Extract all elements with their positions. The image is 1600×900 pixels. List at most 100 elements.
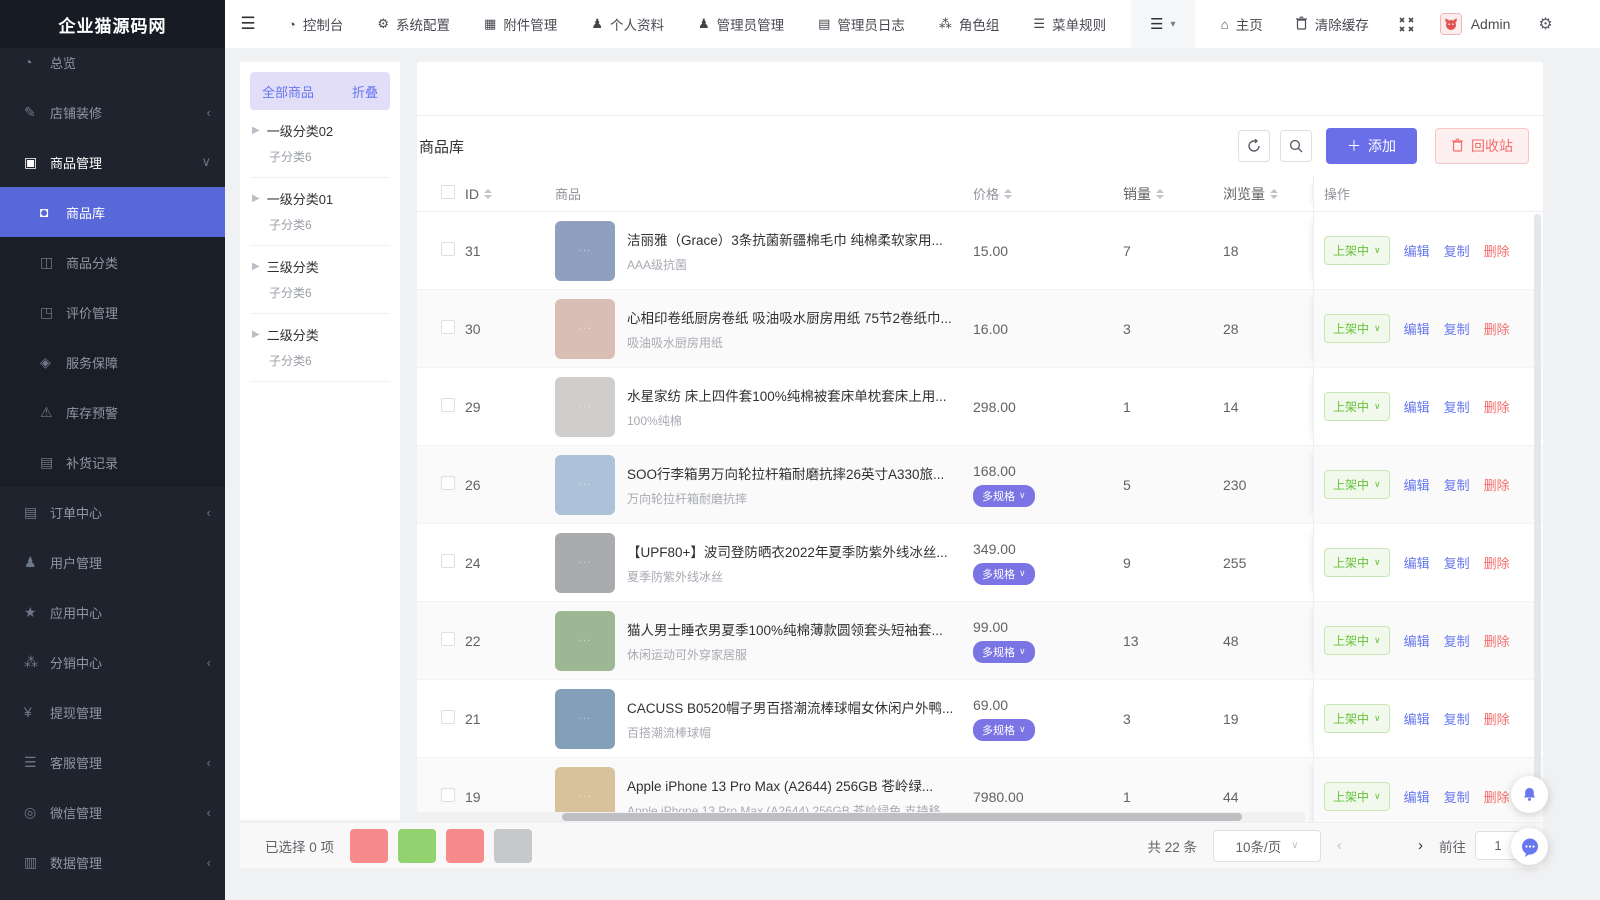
column-id[interactable]: ID: [465, 186, 492, 202]
edit-link[interactable]: 编辑: [1404, 631, 1430, 650]
nav-more-dropdown[interactable]: ☰ ▾: [1131, 0, 1194, 48]
copy-link[interactable]: 复制: [1444, 709, 1470, 728]
sidebar-item[interactable]: ⚠ 库存预警: [0, 387, 225, 437]
sort-icon[interactable]: [1004, 189, 1012, 199]
sidebar-item[interactable]: ▥ 数据管理 ‹: [0, 837, 225, 887]
multi-spec-badge[interactable]: 多规格∨: [973, 485, 1035, 507]
edit-link[interactable]: 编辑: [1404, 787, 1430, 806]
copy-link[interactable]: 复制: [1444, 319, 1470, 338]
sort-icon[interactable]: [1156, 189, 1164, 199]
sidebar-item[interactable]: ⁂ 分销中心 ‹: [0, 637, 225, 687]
batch-action-button[interactable]: [350, 829, 388, 863]
status-badge[interactable]: 上架中∨: [1324, 548, 1390, 577]
sidebar-item[interactable]: ◈ 服务保障: [0, 337, 225, 387]
sidebar-item[interactable]: ☰ 客服管理 ‹: [0, 737, 225, 787]
select-all-checkbox[interactable]: [441, 185, 455, 199]
status-badge[interactable]: 上架中∨: [1324, 626, 1390, 655]
sidebar-item[interactable]: ◳ 评价管理: [0, 287, 225, 337]
nav-menu-item[interactable]: ◔ 控制台: [271, 0, 360, 48]
status-badge[interactable]: 上架中∨: [1324, 782, 1390, 811]
delete-link[interactable]: 删除: [1484, 241, 1510, 260]
sidebar-item[interactable]: ▤ 补货记录: [0, 437, 225, 487]
column-views[interactable]: 浏览量: [1223, 184, 1278, 204]
multi-spec-badge[interactable]: 多规格∨: [973, 563, 1035, 585]
category-item[interactable]: ▶ 三级分类 子分类6: [250, 246, 390, 314]
row-checkbox[interactable]: [441, 554, 455, 568]
row-checkbox[interactable]: [441, 710, 455, 724]
vertical-scrollbar-thumb[interactable]: [1534, 214, 1541, 804]
search-button[interactable]: [1280, 130, 1312, 162]
all-products-label[interactable]: 全部商品: [262, 82, 314, 101]
clear-cache-button[interactable]: 清除缓存: [1279, 0, 1385, 48]
sidebar-item[interactable]: ◘ 商品库: [0, 187, 225, 237]
status-badge[interactable]: 上架中∨: [1324, 704, 1390, 733]
nav-menu-item[interactable]: ⚙ 系统配置: [360, 0, 467, 48]
copy-link[interactable]: 复制: [1444, 553, 1470, 572]
hamburger-icon[interactable]: ☰: [225, 0, 271, 48]
row-checkbox[interactable]: [441, 242, 455, 256]
edit-link[interactable]: 编辑: [1404, 241, 1430, 260]
sidebar-item[interactable]: ◫ 商品分类: [0, 237, 225, 287]
edit-link[interactable]: 编辑: [1404, 319, 1430, 338]
row-checkbox[interactable]: [441, 788, 455, 802]
collapse-button[interactable]: 折叠: [352, 82, 378, 101]
delete-link[interactable]: 删除: [1484, 709, 1510, 728]
status-badge[interactable]: 上架中∨: [1324, 236, 1390, 265]
chat-button[interactable]: [1511, 828, 1548, 865]
admin-username[interactable]: Admin: [1471, 16, 1511, 32]
recycle-bin-button[interactable]: 回收站: [1435, 128, 1529, 164]
sidebar-item[interactable]: ♟ 用户管理: [0, 537, 225, 587]
edit-link[interactable]: 编辑: [1404, 709, 1430, 728]
row-checkbox[interactable]: [441, 320, 455, 334]
column-price[interactable]: 价格: [973, 184, 1012, 203]
sidebar-item[interactable]: ¥ 提现管理: [0, 687, 225, 737]
delete-link[interactable]: 删除: [1484, 787, 1510, 806]
edit-link[interactable]: 编辑: [1404, 475, 1430, 494]
notification-bell-button[interactable]: [1511, 776, 1548, 813]
delete-link[interactable]: 删除: [1484, 631, 1510, 650]
admin-avatar[interactable]: [1440, 13, 1462, 35]
page-size-select[interactable]: 10条/页 ∨: [1213, 830, 1321, 862]
horizontal-scrollbar-thumb[interactable]: [562, 813, 1242, 821]
batch-action-button[interactable]: [494, 829, 532, 863]
status-badge[interactable]: 上架中∨: [1324, 392, 1390, 421]
nav-menu-item[interactable]: ♟ 个人资料: [574, 0, 681, 48]
category-item[interactable]: ▶ 一级分类01 子分类6: [250, 178, 390, 246]
home-button[interactable]: ⌂ 主页: [1205, 0, 1279, 48]
row-checkbox[interactable]: [441, 632, 455, 646]
delete-link[interactable]: 删除: [1484, 553, 1510, 572]
copy-link[interactable]: 复制: [1444, 787, 1470, 806]
next-page-button[interactable]: ›: [1418, 837, 1423, 854]
column-sales[interactable]: 销量: [1123, 184, 1164, 204]
nav-menu-item[interactable]: ⁂ 角色组: [922, 0, 1017, 48]
refresh-button[interactable]: [1238, 130, 1270, 162]
row-checkbox[interactable]: [441, 398, 455, 412]
nav-menu-item[interactable]: ☰ 菜单规则: [1016, 0, 1123, 48]
status-badge[interactable]: 上架中∨: [1324, 470, 1390, 499]
multi-spec-badge[interactable]: 多规格∨: [973, 719, 1035, 741]
status-badge[interactable]: 上架中∨: [1324, 314, 1390, 343]
delete-link[interactable]: 删除: [1484, 475, 1510, 494]
sidebar-item[interactable]: ★ 应用中心: [0, 587, 225, 637]
copy-link[interactable]: 复制: [1444, 397, 1470, 416]
nav-menu-item[interactable]: ▤ 管理员日志: [801, 0, 922, 48]
nav-menu-item[interactable]: ♟ 管理员管理: [681, 0, 801, 48]
nav-menu-item[interactable]: ▦ 附件管理: [467, 0, 574, 48]
prev-page-button[interactable]: ‹: [1337, 837, 1342, 854]
settings-gear-icon[interactable]: ⚙: [1538, 14, 1552, 34]
sidebar-item[interactable]: ◔ 总览: [0, 37, 225, 87]
sidebar-item[interactable]: ▤ 订单中心 ‹: [0, 487, 225, 537]
add-button[interactable]: ＋ 添加: [1326, 128, 1417, 164]
fullscreen-icon[interactable]: [1385, 17, 1428, 32]
copy-link[interactable]: 复制: [1444, 631, 1470, 650]
category-item[interactable]: ▶ 一级分类02 子分类6: [250, 110, 390, 178]
delete-link[interactable]: 删除: [1484, 319, 1510, 338]
sort-icon[interactable]: [1270, 189, 1278, 199]
sidebar-item[interactable]: ▣ 商品管理 ∨: [0, 137, 225, 187]
batch-action-button[interactable]: [398, 829, 436, 863]
edit-link[interactable]: 编辑: [1404, 397, 1430, 416]
sidebar-item[interactable]: ◎ 微信管理 ‹: [0, 787, 225, 837]
category-item[interactable]: ▶ 二级分类 子分类6: [250, 314, 390, 382]
edit-link[interactable]: 编辑: [1404, 553, 1430, 572]
batch-action-button[interactable]: [446, 829, 484, 863]
